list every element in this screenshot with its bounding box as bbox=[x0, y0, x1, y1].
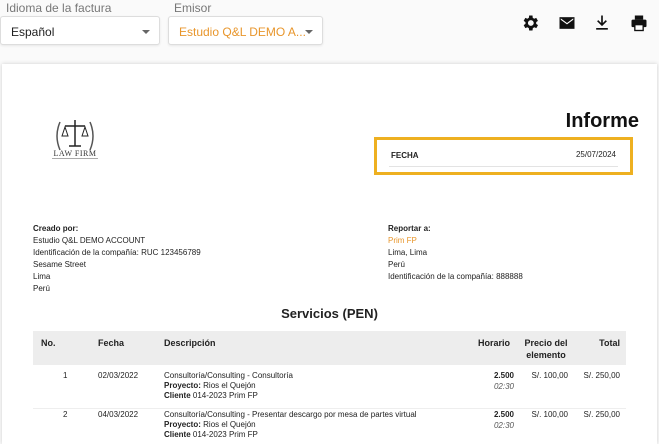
table-row: 1 02/03/2022 Consultoría/Consulting - Co… bbox=[33, 367, 626, 409]
created-by-line: Lima bbox=[33, 272, 51, 281]
cell-hours: 2.500 bbox=[493, 371, 514, 380]
cell-description-text: Consultoría/Consulting - Presentar desca… bbox=[164, 410, 417, 419]
created-by-line: Perú bbox=[33, 284, 50, 293]
cell-project-value: Rios el Quejón bbox=[203, 381, 256, 390]
col-header-description: Descripción bbox=[164, 338, 216, 348]
col-header-price: Precio del elemento bbox=[524, 338, 568, 360]
download-button[interactable] bbox=[591, 12, 613, 34]
cell-time: 02:30 bbox=[493, 382, 514, 391]
report-to-heading: Reportar a: bbox=[388, 224, 431, 233]
divider bbox=[389, 166, 618, 167]
table-header: No. Fecha Descripción Horario Precio del… bbox=[33, 331, 626, 365]
report-to-line: Lima, Lima bbox=[388, 248, 428, 257]
created-by-line: Identificación de la compañía: RUC 12345… bbox=[33, 248, 201, 257]
cell-hours: 2.500 bbox=[493, 410, 514, 419]
cell-client-label: Cliente bbox=[164, 430, 191, 439]
cell-price: S/. 100,00 bbox=[531, 410, 568, 419]
chevron-down-icon bbox=[142, 30, 150, 34]
issuer-label: Emisor bbox=[174, 1, 212, 15]
cell-client-label: Cliente bbox=[164, 391, 191, 400]
gear-icon bbox=[523, 15, 538, 31]
created-by-block: Creado por: Estudio Q&L DEMO ACCOUNT Ide… bbox=[33, 223, 201, 295]
cell-no: 1 bbox=[63, 371, 68, 380]
print-icon bbox=[631, 15, 647, 32]
cell-project-value: Rios el Quejón bbox=[203, 420, 256, 429]
mail-icon bbox=[559, 17, 575, 29]
email-button[interactable] bbox=[556, 12, 578, 34]
cell-project-label: Proyecto: bbox=[164, 381, 201, 390]
settings-button[interactable] bbox=[519, 12, 541, 34]
invoice-language-label: Idioma de la factura bbox=[6, 1, 112, 15]
cell-date: 04/03/2022 bbox=[98, 410, 139, 419]
date-box: FECHA 25/07/2024 bbox=[374, 137, 633, 175]
cell-time: 02:30 bbox=[493, 421, 514, 430]
issuer-select[interactable]: Estudio Q&L DEMO A... bbox=[168, 16, 323, 45]
report-to-block: Reportar a: Prim FP Lima, Lima Perú Iden… bbox=[388, 223, 523, 283]
toolbar: Idioma de la factura Español Emisor Estu… bbox=[0, 0, 659, 60]
cell-date: 02/03/2022 bbox=[98, 371, 139, 380]
download-icon bbox=[596, 15, 608, 30]
date-value: 25/07/2024 bbox=[575, 150, 616, 159]
logo-text: LAW FIRM bbox=[53, 149, 97, 158]
invoice-language-value: Español bbox=[11, 25, 55, 39]
table-row: 2 04/03/2022 Consultoría/Consulting - Pr… bbox=[33, 406, 626, 444]
report-to-line: Identificación de la compañía: 888888 bbox=[388, 272, 523, 281]
cell-client-value: 014-2023 Prim FP bbox=[192, 430, 258, 439]
created-by-line: Sesame Street bbox=[33, 260, 86, 269]
logo-underline bbox=[52, 158, 98, 159]
print-button[interactable] bbox=[628, 12, 650, 34]
invoice-document: LAW FIRM Informe FECHA 25/07/2024 Creado… bbox=[2, 64, 657, 444]
created-by-line: Estudio Q&L DEMO ACCOUNT bbox=[33, 236, 146, 245]
chevron-down-icon bbox=[305, 30, 313, 34]
cell-no: 2 bbox=[63, 410, 68, 419]
invoice-language-select[interactable]: Español bbox=[0, 16, 160, 45]
section-title: Servicios (PEN) bbox=[281, 306, 378, 321]
issuer-value: Estudio Q&L DEMO A... bbox=[179, 25, 306, 39]
col-header-date: Fecha bbox=[98, 338, 125, 348]
cell-total: S/. 250,00 bbox=[583, 371, 620, 380]
col-header-total: Total bbox=[599, 338, 620, 348]
date-label: FECHA bbox=[391, 151, 419, 160]
col-header-no: No. bbox=[41, 338, 56, 348]
cell-description-text: Consultoría/Consulting - Consultoría bbox=[164, 371, 293, 380]
cell-project-label: Proyecto: bbox=[164, 420, 201, 429]
report-to-line: Perú bbox=[388, 260, 405, 269]
cell-client-value: 014-2023 Prim FP bbox=[192, 391, 258, 400]
report-to-name[interactable]: Prim FP bbox=[388, 235, 523, 247]
cell-description: Consultoría/Consulting - Presentar desca… bbox=[164, 410, 417, 440]
document-title: Informe bbox=[565, 110, 639, 132]
col-header-hours: Horario bbox=[478, 338, 511, 348]
cell-price: S/. 100,00 bbox=[531, 371, 568, 380]
cell-description: Consultoría/Consulting - Consultoría Pro… bbox=[164, 371, 293, 401]
created-by-heading: Creado por: bbox=[33, 224, 79, 233]
cell-total: S/. 250,00 bbox=[583, 410, 620, 419]
